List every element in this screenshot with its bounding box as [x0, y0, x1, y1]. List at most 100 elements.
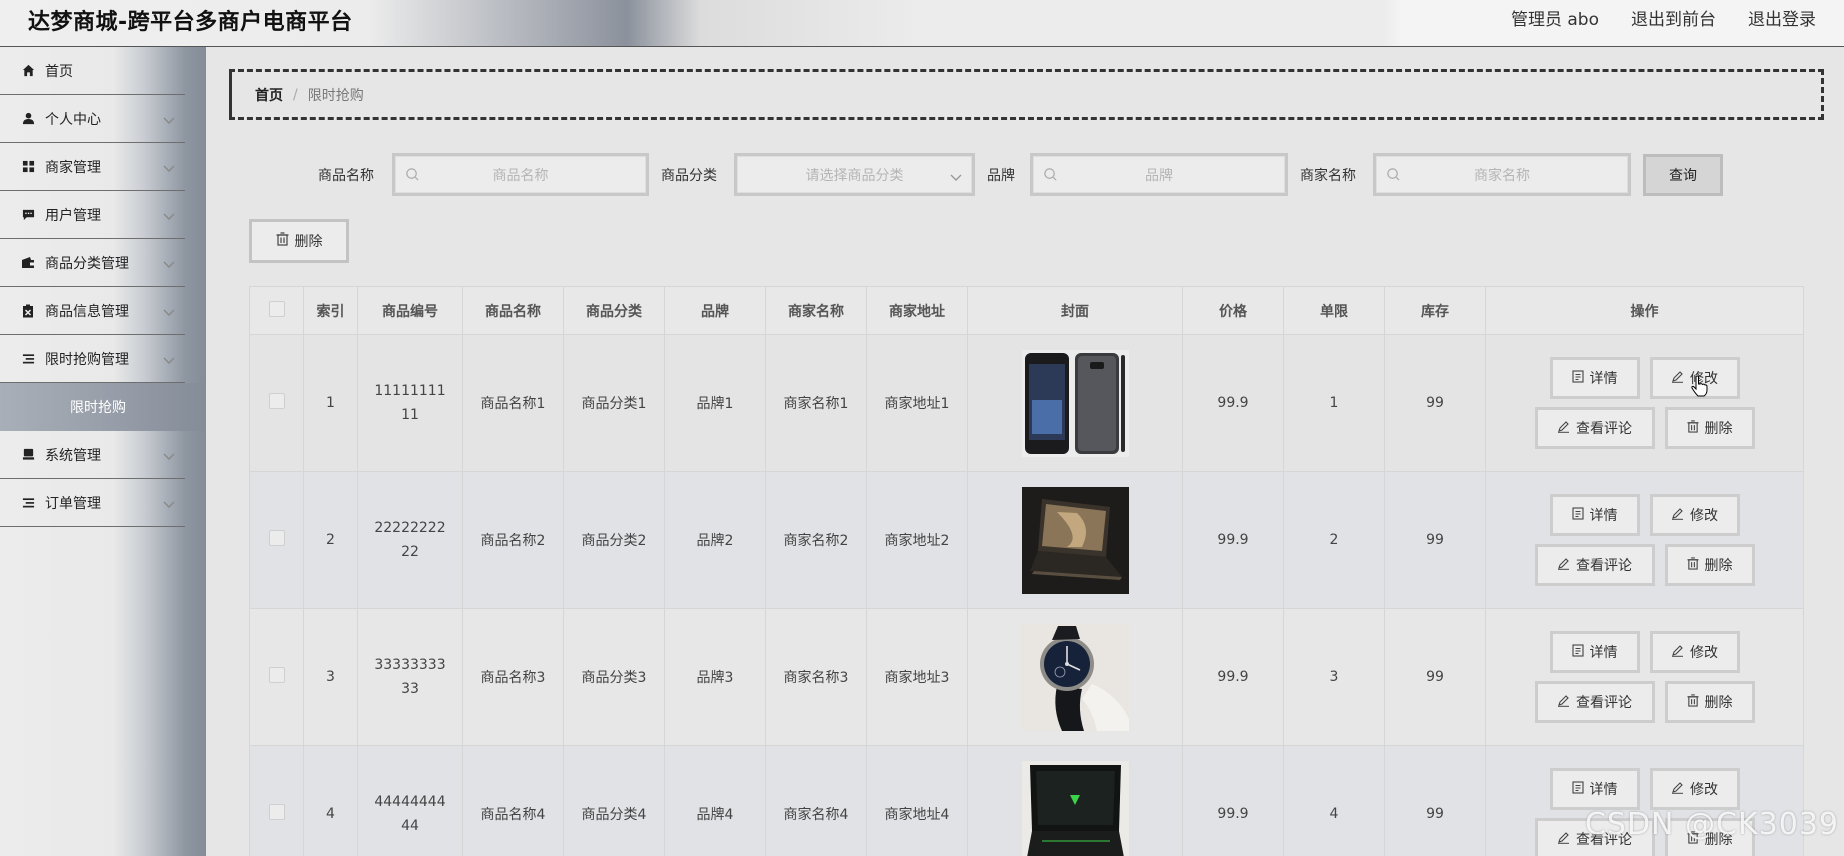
sidebar-item-users[interactable]: 用户管理 — [0, 191, 185, 239]
merchant-name-cell: 商家名称4 — [765, 745, 867, 856]
sidebar-item-category[interactable]: 商品分类管理 — [0, 239, 185, 287]
product-name-cell: 商品名称2 — [462, 471, 564, 609]
pencil-icon — [1671, 644, 1684, 661]
sidebar-item-label: 商家管理 — [45, 159, 101, 176]
chevron-down-icon — [163, 304, 175, 322]
app-title: 达梦商城-跨平台多商户电商平台 — [28, 10, 353, 35]
trash-icon — [1686, 419, 1699, 437]
view-reviews-button[interactable]: 查看评论 — [1534, 681, 1655, 723]
laptop-cover-image[interactable] — [1021, 486, 1129, 594]
merchant-name-label: 商家名称 — [1300, 168, 1356, 184]
pencil-icon — [1557, 831, 1570, 848]
product-name-cell: 商品名称1 — [462, 334, 564, 472]
table-row: 4 4444444444 商品名称4 商品分类4 品牌4 商家名称4 商家地址4 — [249, 745, 1804, 856]
chevron-down-icon — [163, 496, 175, 514]
sidebar-item-system[interactable]: 系统管理 — [0, 431, 185, 479]
delete-button[interactable]: 删除 — [1664, 544, 1755, 586]
detail-button[interactable]: 详情 — [1549, 631, 1640, 673]
gaming-laptop-cover-image[interactable] — [1021, 760, 1129, 856]
sidebar-item-flash-sale[interactable]: 限时抢购管理 — [0, 335, 185, 383]
row-select-cell — [249, 745, 304, 856]
sidebar-item-orders[interactable]: 订单管理 — [0, 479, 185, 527]
pencil-icon — [1671, 370, 1684, 387]
table-row: 1 1111111111 商品名称1 商品分类1 品牌1 商家名称1 商家地址1 — [249, 334, 1804, 472]
chat-icon — [20, 207, 36, 223]
actions-cell: 详情 修改 查看评论 删除 — [1485, 471, 1804, 609]
view-reviews-label: 查看评论 — [1576, 558, 1632, 574]
phone-cover-image[interactable] — [1021, 349, 1129, 457]
table-row: 3 3333333333 商品名称3 商品分类3 品牌3 商家名称3 商家地址3 — [249, 608, 1804, 746]
detail-button[interactable]: 详情 — [1549, 768, 1640, 810]
column-header: 单限 — [1283, 286, 1385, 335]
document-icon — [1571, 369, 1584, 387]
view-reviews-button[interactable]: 查看评论 — [1534, 407, 1655, 449]
brand-label: 品牌 — [987, 168, 1015, 184]
price-cell: 99.9 — [1182, 471, 1284, 609]
index-cell: 2 — [303, 471, 358, 609]
merchant-name-input[interactable]: 商家名称 — [1373, 153, 1631, 196]
view-reviews-button[interactable]: 查看评论 — [1534, 544, 1655, 586]
edit-button[interactable]: 修改 — [1649, 768, 1740, 810]
edit-label: 修改 — [1690, 782, 1718, 798]
exit-to-front-link[interactable]: 退出到前台 — [1631, 5, 1716, 30]
stock-cell: 99 — [1384, 334, 1486, 472]
brand-input[interactable]: 品牌 — [1030, 153, 1288, 196]
category-label: 商品分类 — [661, 168, 717, 184]
sidebar-item-home[interactable]: 首页 — [0, 47, 185, 95]
actions-row: 查看评论 删除 — [1534, 544, 1755, 586]
chevron-down-icon — [163, 352, 175, 370]
admin-user-label[interactable]: 管理员 abo — [1511, 5, 1599, 30]
detail-button[interactable]: 详情 — [1549, 494, 1640, 536]
sidebar-item-profile[interactable]: 个人中心 — [0, 95, 185, 143]
grid-icon — [20, 159, 36, 175]
bulk-delete-button[interactable]: 删除 — [249, 219, 349, 263]
stock-cell: 99 — [1384, 608, 1486, 746]
pencil-icon — [1557, 557, 1570, 574]
row-actions: 详情 修改 查看评论 删除 — [1486, 631, 1803, 723]
actions-row: 详情 修改 — [1549, 768, 1740, 810]
row-checkbox[interactable] — [268, 530, 285, 546]
index-cell: 3 — [303, 608, 358, 746]
bulk-delete-label: 删除 — [294, 234, 323, 250]
category-cell: 商品分类4 — [563, 745, 665, 856]
watch-cover-image[interactable] — [1021, 623, 1129, 731]
edit-button[interactable]: 修改 — [1649, 631, 1740, 673]
column-header: 商家地址 — [866, 286, 968, 335]
merchant-name-cell: 商家名称2 — [765, 471, 867, 609]
input-placeholder: 商品名称 — [492, 167, 549, 184]
view-reviews-label: 查看评论 — [1576, 695, 1632, 711]
actions-cell: 详情 修改 查看评论 删除 — [1485, 608, 1804, 746]
sidebar-item-merchants[interactable]: 商家管理 — [0, 143, 185, 191]
sidebar-subitem-flash-sale[interactable]: 限时抢购 — [0, 383, 206, 431]
view-reviews-label: 查看评论 — [1576, 421, 1632, 437]
select-all-checkbox[interactable] — [268, 300, 285, 317]
cover-cell — [967, 608, 1183, 746]
delete-button[interactable]: 删除 — [1664, 681, 1755, 723]
brand-cell: 品牌4 — [664, 745, 766, 856]
document-icon — [1571, 506, 1584, 524]
column-header: 商家名称 — [765, 286, 867, 335]
category-select[interactable]: 请选择商品分类 — [734, 153, 975, 196]
store-icon — [20, 447, 36, 463]
chevron-down-icon — [163, 112, 175, 130]
clipboard-icon — [20, 303, 36, 319]
row-checkbox[interactable] — [268, 804, 285, 820]
edit-button[interactable]: 修改 — [1649, 494, 1740, 536]
row-checkbox[interactable] — [268, 667, 285, 683]
logout-link[interactable]: 退出登录 — [1748, 5, 1816, 30]
merchant-name-cell: 商家名称3 — [765, 608, 867, 746]
product-code-cell: 4444444444 — [357, 745, 463, 856]
delete-button[interactable]: 删除 — [1664, 407, 1755, 449]
limit-cell: 2 — [1283, 471, 1385, 609]
row-checkbox[interactable] — [268, 393, 285, 409]
breadcrumb-home[interactable]: 首页 — [255, 85, 283, 105]
query-button[interactable]: 查询 — [1643, 154, 1723, 196]
product-name-input[interactable]: 商品名称 — [392, 153, 649, 196]
row-select-cell — [249, 471, 304, 609]
sidebar-item-label: 首页 — [45, 63, 73, 80]
sidebar-item-products[interactable]: 商品信息管理 — [0, 287, 185, 335]
chevron-down-icon — [163, 208, 175, 226]
chevron-down-icon — [163, 160, 175, 178]
detail-button[interactable]: 详情 — [1549, 357, 1640, 399]
user-icon — [20, 111, 36, 127]
